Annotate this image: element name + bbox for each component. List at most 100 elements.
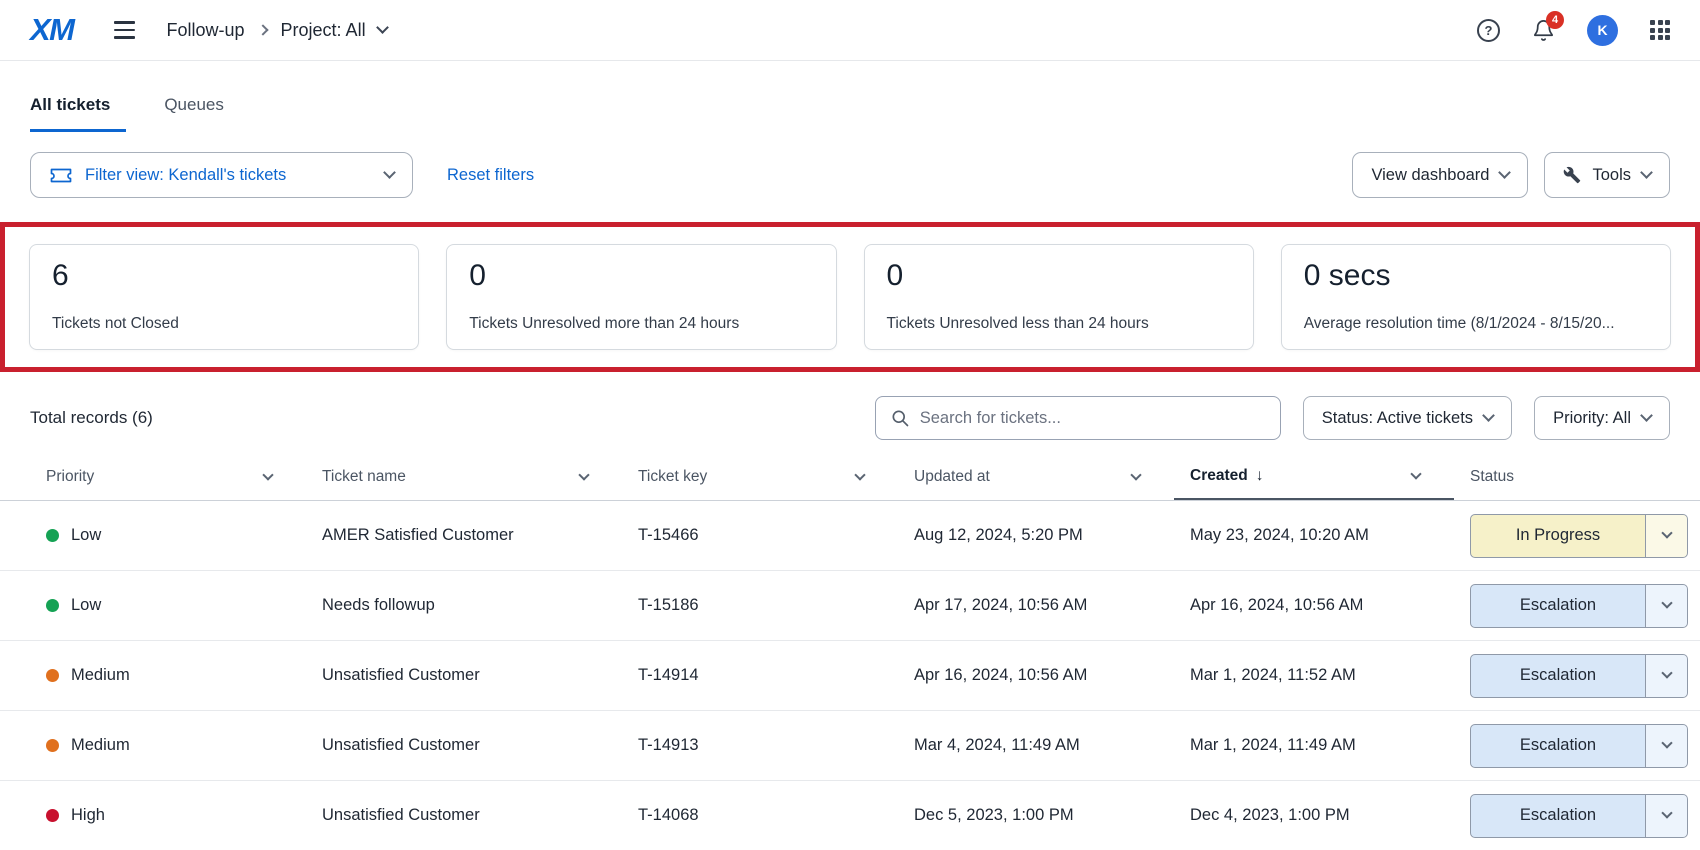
- hamburger-menu-icon[interactable]: [114, 21, 135, 39]
- tools-label: Tools: [1592, 166, 1631, 185]
- wrench-icon: [1563, 166, 1581, 184]
- records-toolbar: Total records (6) Status: Active tickets…: [0, 396, 1700, 440]
- priority-dot: [46, 669, 59, 682]
- stat-value: 0 secs: [1304, 259, 1648, 293]
- priority-label: Low: [71, 596, 101, 615]
- chevron-right-icon: [257, 24, 268, 35]
- table-row[interactable]: Medium Unsatisfied Customer T-14914 Apr …: [0, 641, 1700, 711]
- priority-filter-label: Priority: All: [1553, 409, 1631, 428]
- status-cell: Escalation: [1454, 794, 1688, 838]
- stat-value: 6: [52, 259, 396, 293]
- priority-dot: [46, 739, 59, 752]
- status-filter-dropdown[interactable]: Status: Active tickets: [1303, 396, 1512, 440]
- breadcrumb-section[interactable]: Follow-up: [167, 20, 245, 41]
- view-dashboard-label: View dashboard: [1371, 166, 1489, 185]
- column-menu-ticket-key[interactable]: [852, 472, 868, 483]
- chevron-down-icon: [1499, 166, 1512, 179]
- priority-label: High: [71, 806, 105, 825]
- chevron-down-icon[interactable]: [1645, 725, 1687, 767]
- stat-value: 0: [887, 259, 1231, 293]
- chevron-down-icon: [376, 21, 389, 34]
- table-row[interactable]: High Unsatisfied Customer T-14068 Dec 5,…: [0, 781, 1700, 850]
- priority-cell: Medium: [30, 666, 306, 685]
- priority-cell: Low: [30, 526, 306, 545]
- status-dropdown[interactable]: Escalation: [1470, 794, 1688, 838]
- tools-button[interactable]: Tools: [1544, 152, 1670, 198]
- filter-view-label: Filter view: Kendall's tickets: [85, 166, 286, 185]
- status-cell: In Progress: [1454, 514, 1688, 558]
- search-input[interactable]: [920, 409, 1266, 428]
- status-dropdown[interactable]: Escalation: [1470, 654, 1688, 698]
- chevron-down-icon[interactable]: [1645, 795, 1687, 837]
- view-dashboard-button[interactable]: View dashboard: [1352, 152, 1528, 198]
- column-header-updated-at: Updated at: [898, 454, 1174, 500]
- priority-cell: Medium: [30, 736, 306, 755]
- column-label: Created: [1190, 467, 1248, 485]
- created-at: Mar 1, 2024, 11:49 AM: [1174, 736, 1454, 755]
- updated-at: Aug 12, 2024, 5:20 PM: [898, 526, 1174, 545]
- chevron-down-icon[interactable]: [1645, 655, 1687, 697]
- stat-card-unresolved-less-24h: 0 Tickets Unresolved less than 24 hours: [864, 244, 1254, 350]
- chevron-down-icon: [1640, 166, 1653, 179]
- column-menu-created[interactable]: [1408, 471, 1424, 482]
- stat-label: Tickets Unresolved more than 24 hours: [469, 315, 813, 333]
- column-label: Ticket name: [322, 468, 406, 486]
- filter-view-dropdown[interactable]: Filter view: Kendall's tickets: [30, 152, 413, 198]
- chevron-down-icon: [383, 166, 396, 179]
- tab-all-tickets[interactable]: All tickets: [30, 95, 126, 132]
- app-switcher-icon[interactable]: [1650, 20, 1670, 40]
- column-header-created[interactable]: Created ↓: [1174, 454, 1454, 500]
- status-dropdown[interactable]: Escalation: [1470, 584, 1688, 628]
- updated-at: Apr 17, 2024, 10:56 AM: [898, 596, 1174, 615]
- column-header-priority: Priority: [30, 454, 306, 500]
- filter-row: Filter view: Kendall's tickets Reset fil…: [0, 152, 1700, 198]
- created-at: Apr 16, 2024, 10:56 AM: [1174, 596, 1454, 615]
- updated-at: Mar 4, 2024, 11:49 AM: [898, 736, 1174, 755]
- column-label: Priority: [46, 468, 94, 486]
- priority-filter-dropdown[interactable]: Priority: All: [1534, 396, 1670, 440]
- status-dropdown[interactable]: In Progress: [1470, 514, 1688, 558]
- created-at: Dec 4, 2023, 1:00 PM: [1174, 806, 1454, 825]
- chevron-down-icon: [1482, 409, 1495, 422]
- priority-label: Low: [71, 526, 101, 545]
- updated-at: Dec 5, 2023, 1:00 PM: [898, 806, 1174, 825]
- search-icon: [890, 408, 910, 428]
- stat-label: Average resolution time (8/1/2024 - 8/15…: [1304, 315, 1648, 333]
- stat-card-unresolved-more-24h: 0 Tickets Unresolved more than 24 hours: [446, 244, 836, 350]
- reset-filters-link[interactable]: Reset filters: [447, 166, 534, 185]
- total-records-label: Total records (6): [30, 408, 153, 428]
- column-menu-priority[interactable]: [260, 472, 276, 483]
- priority-label: Medium: [71, 736, 130, 755]
- ticket-name: Unsatisfied Customer: [306, 806, 622, 825]
- table-row[interactable]: Low Needs followup T-15186 Apr 17, 2024,…: [0, 571, 1700, 641]
- notifications-button[interactable]: 4: [1532, 19, 1555, 42]
- stat-label: Tickets not Closed: [52, 315, 396, 333]
- help-icon[interactable]: ?: [1477, 19, 1500, 42]
- avatar[interactable]: K: [1587, 15, 1618, 46]
- status-cell: Escalation: [1454, 724, 1688, 768]
- stat-label: Tickets Unresolved less than 24 hours: [887, 315, 1231, 333]
- status-label: Escalation: [1471, 585, 1645, 627]
- project-selector[interactable]: Project: All: [281, 20, 387, 41]
- ticket-icon: [49, 166, 73, 185]
- chevron-down-icon[interactable]: [1645, 515, 1687, 557]
- table-row[interactable]: Low AMER Satisfied Customer T-15466 Aug …: [0, 501, 1700, 571]
- ticket-key: T-14913: [622, 736, 898, 755]
- chevron-down-icon[interactable]: [1645, 585, 1687, 627]
- stats-highlight-annotation: 6 Tickets not Closed 0 Tickets Unresolve…: [0, 222, 1700, 372]
- status-label: In Progress: [1471, 515, 1645, 557]
- ticket-key: T-15186: [622, 596, 898, 615]
- stat-value: 0: [469, 259, 813, 293]
- status-dropdown[interactable]: Escalation: [1470, 724, 1688, 768]
- stat-card-average-resolution-time: 0 secs Average resolution time (8/1/2024…: [1281, 244, 1671, 350]
- column-menu-ticket-name[interactable]: [576, 472, 592, 483]
- column-header-ticket-key: Ticket key: [622, 454, 898, 500]
- project-selector-label: Project: All: [281, 20, 366, 41]
- ticket-key: T-15466: [622, 526, 898, 545]
- table-row[interactable]: Medium Unsatisfied Customer T-14913 Mar …: [0, 711, 1700, 781]
- xm-logo[interactable]: XM: [30, 12, 74, 48]
- tab-queues[interactable]: Queues: [164, 95, 232, 132]
- column-menu-updated-at[interactable]: [1128, 472, 1144, 483]
- ticket-name: AMER Satisfied Customer: [306, 526, 622, 545]
- column-label: Updated at: [914, 468, 990, 486]
